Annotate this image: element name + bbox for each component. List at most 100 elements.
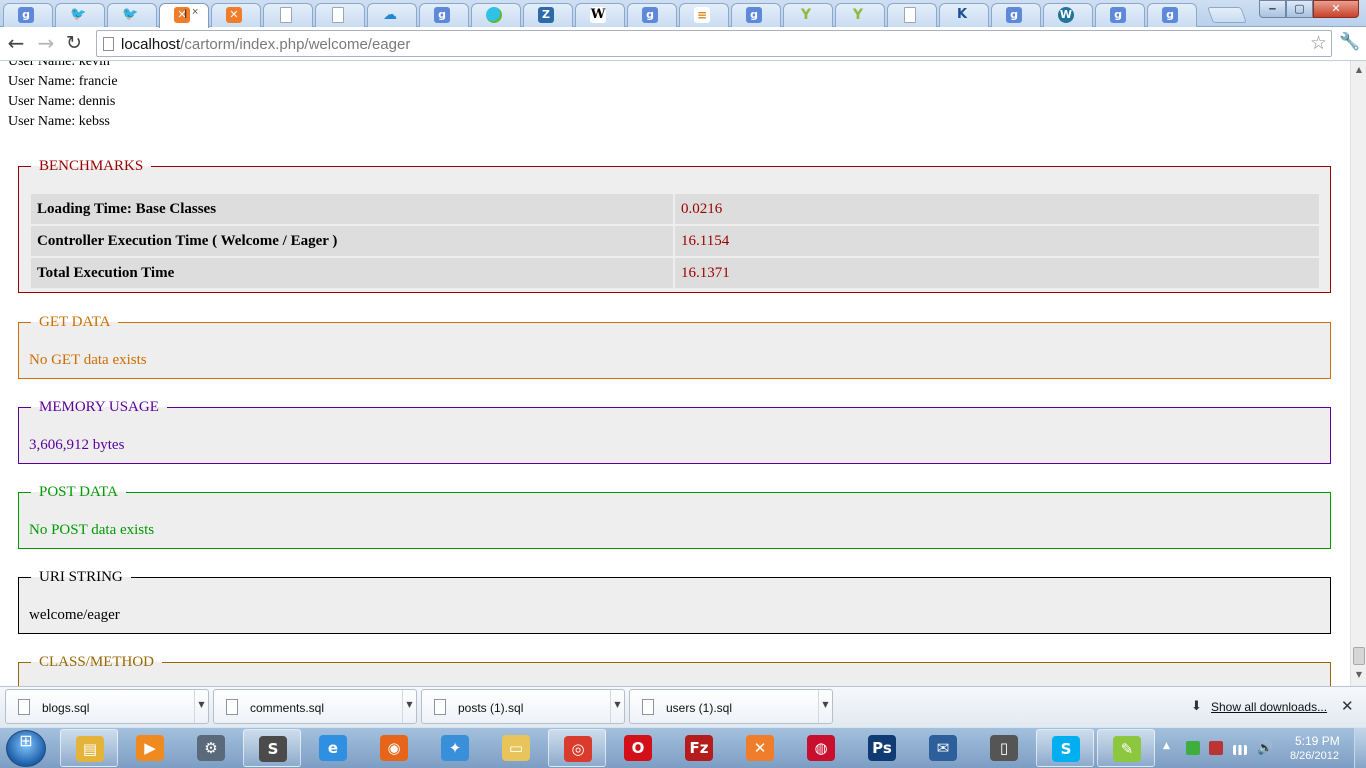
browser-tab[interactable]: W [575,3,625,27]
taskbar-item[interactable]: Ps [853,729,911,767]
browser-tab[interactable] [315,3,365,27]
google-icon: g [1162,7,1178,23]
photoshop-icon: Ps [868,735,896,761]
taskbar-item[interactable]: O [609,729,667,767]
scroll-up-arrow-icon[interactable]: ▲ [1353,63,1365,77]
tab-close-icon[interactable]: × [192,6,198,18]
maximize-button[interactable]: ▢ [1286,0,1313,18]
taskbar-item[interactable]: ◉ [365,729,423,767]
show-all-downloads-link[interactable]: Show all downloads... [1211,700,1327,714]
clock-date[interactable]: 8/26/2012 [1290,750,1339,762]
reload-button[interactable]: ↻ [63,31,85,55]
forward-button[interactable]: → [35,31,57,55]
browser-tab[interactable]: g [991,3,1041,27]
minimize-button[interactable]: ‒ [1259,0,1286,18]
download-menu-chevron-icon[interactable]: ▼ [610,690,624,723]
taskbar-item[interactable]: ◍ [792,729,850,767]
browser-tab[interactable]: g [3,3,53,27]
computer-icon: ⚙ [197,735,225,761]
taskbar-item[interactable]: ◎ [548,729,606,767]
taskbar-item[interactable]: ⚙ [182,729,240,767]
yii-icon: Y [852,7,864,23]
clock-time[interactable]: 5:19 PM [1295,734,1340,748]
tray-expand-icon[interactable]: ▲ [1163,741,1170,751]
taskbar-item[interactable]: ✕ [731,729,789,767]
download-menu-chevron-icon[interactable]: ▼ [194,690,208,723]
close-download-shelf-icon[interactable]: ✕ [1341,697,1354,715]
media-player-icon: ▶ [136,735,164,761]
download-item[interactable]: posts (1).sql ▼ [421,689,625,724]
browser-tab[interactable]: g [1095,3,1145,27]
taskbar-item[interactable]: ▶ [121,729,179,767]
taskbar-item[interactable]: Fz [670,729,728,767]
tray-network-app-icon[interactable] [1186,741,1200,755]
back-button[interactable]: ← [5,31,27,55]
bookmark-star-icon[interactable]: ☆ [1310,32,1327,54]
taskbar-item[interactable]: ▭ [487,729,545,767]
new-tab-button[interactable] [1207,7,1247,23]
taskbar-item[interactable]: ▤ [60,729,118,767]
class-method-section: CLASS/METHOD [18,654,1331,686]
explorer-icon: ▤ [76,736,104,762]
signal-strength-icon[interactable] [1233,745,1247,755]
tray-security-icon[interactable] [1209,741,1223,755]
download-item[interactable]: comments.sql ▼ [213,689,417,724]
download-filename: blogs.sql [42,701,90,715]
taskbar-item[interactable]: ▯ [975,729,1033,767]
download-item[interactable]: users (1).sql ▼ [629,689,833,724]
browser-tab[interactable]: ✕ [211,3,261,27]
wikipedia-icon: W [590,7,606,23]
document-icon [280,7,292,23]
scroll-down-arrow-icon[interactable]: ▼ [1353,668,1365,682]
url-text[interactable]: localhost/cartorm/index.php/welcome/eage… [121,36,410,53]
download-filename: users (1).sql [666,701,733,715]
download-shelf: ⬇ Show all downloads... ✕ blogs.sql ▼ comm… [0,686,1366,727]
benchmarks-legend: BENCHMARKS [39,158,144,174]
download-menu-chevron-icon[interactable]: ▼ [818,690,832,723]
taskbar-item[interactable]: ✦ [426,729,484,767]
thunderbird-icon: ✉ [929,735,957,761]
browser-tab[interactable]: Z [523,3,573,27]
taskbar-item[interactable]: e [304,729,362,767]
browser-tab[interactable] [471,3,521,27]
browser-tab[interactable]: ✕ I × [159,3,209,28]
browser-tab[interactable] [263,3,313,27]
scrollbar-thumb[interactable] [1353,647,1365,665]
browser-tab[interactable]: ≡ [679,3,729,27]
download-item[interactable]: blogs.sql ▼ [5,689,209,724]
browser-tab[interactable]: W [1043,3,1093,27]
kohana-icon: K [956,7,968,22]
taskbar-item[interactable]: S [1036,729,1094,767]
benchmark-label: Total Execution Time [31,258,675,288]
browser-tab[interactable]: g [419,3,469,27]
close-window-button[interactable]: ✕ [1313,0,1359,18]
benchmark-label: Loading Time: Base Classes [31,194,675,224]
start-button[interactable]: ⊞ [6,730,46,767]
vertical-scrollbar[interactable]: ▲ ▼ [1350,61,1366,686]
browser-tab[interactable]: K [939,3,989,27]
xampp-icon: ✕ [746,735,774,761]
volume-icon[interactable]: 🔊 [1257,741,1273,756]
taskbar-item[interactable]: ✎ [1097,729,1155,767]
browser-tab[interactable]: Y [783,3,833,27]
taskbar-item[interactable]: ✉ [914,729,972,767]
uri-string-section: URI STRING welcome/eager [18,569,1331,634]
browser-tab[interactable]: g [627,3,677,27]
benchmark-value: 16.1371 [675,258,1319,288]
browser-tab[interactable]: Y [835,3,885,27]
wrench-menu-icon[interactable]: 🔧 [1339,32,1360,52]
browser-tab[interactable]: 🐦 [107,3,157,27]
sublime-text-icon: S [259,736,287,762]
class-method-legend: CLASS/METHOD [39,654,155,670]
chrome-icon: ◎ [564,736,592,762]
browser-tab[interactable]: g [731,3,781,27]
show-desktop-button[interactable] [1354,728,1366,768]
browser-tab[interactable]: g [1147,3,1197,27]
browser-tab[interactable]: 🐦 [55,3,105,27]
taskbar-item[interactable]: S [243,729,301,767]
browser-tab[interactable] [887,3,937,27]
download-menu-chevron-icon[interactable]: ▼ [402,690,416,723]
browser-tab[interactable]: ☁ [367,3,417,27]
benchmark-label: Controller Execution Time ( Welcome / Ea… [31,226,675,256]
address-bar[interactable]: localhost/cartorm/index.php/welcome/eage… [96,30,1332,57]
